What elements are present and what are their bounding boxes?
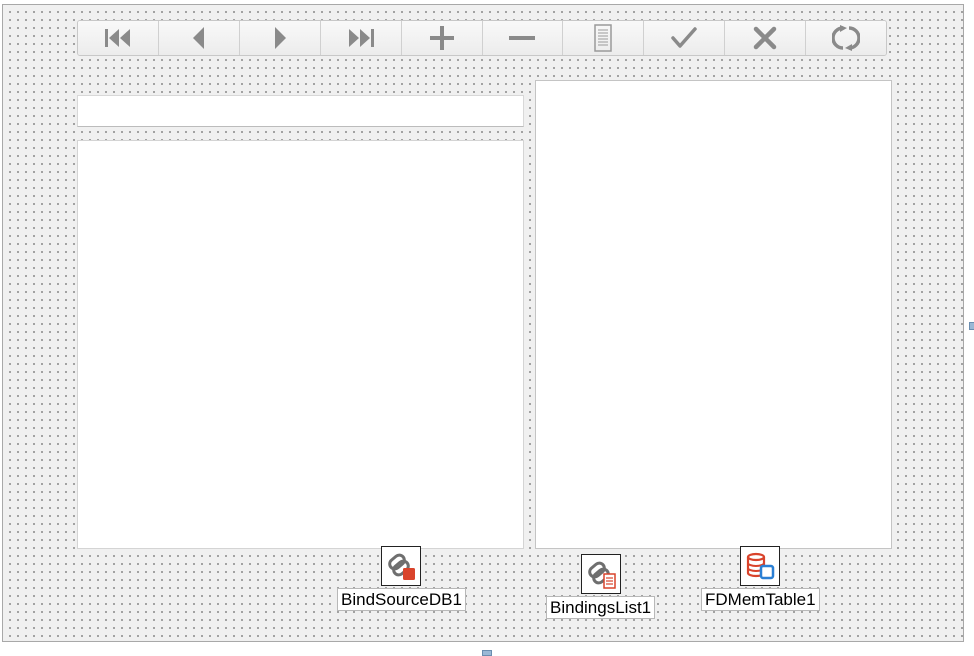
form-designer-surface[interactable]: BindSourceDB1 BindingsList1 FDMemTable1 [2, 4, 964, 642]
triangle-right-icon [274, 27, 286, 49]
bind-navigator[interactable] [77, 20, 887, 56]
nav-insert-button[interactable] [401, 21, 483, 55]
x-icon [753, 26, 777, 50]
checkmark-icon [671, 27, 698, 48]
nav-refresh-button[interactable] [806, 21, 886, 55]
memo-area[interactable] [77, 140, 524, 549]
nav-prior-button[interactable] [158, 21, 240, 55]
nav-post-button[interactable] [644, 21, 726, 55]
skip-first-icon [104, 29, 130, 47]
nav-last-button[interactable] [320, 21, 402, 55]
bind-source-label: BindSourceDB1 [337, 588, 466, 611]
refresh-icon [832, 25, 861, 51]
resize-handle-bottom[interactable] [482, 650, 492, 656]
nav-cancel-button[interactable] [725, 21, 807, 55]
nav-edit-button[interactable] [563, 21, 645, 55]
chain-link-list-icon [580, 554, 621, 594]
chain-link-db-icon [381, 546, 422, 586]
nav-next-button[interactable] [239, 21, 321, 55]
triangle-left-icon [192, 27, 204, 49]
database-table-icon [740, 546, 781, 586]
mem-table-component[interactable]: FDMemTable1 [701, 546, 820, 611]
skip-last-icon [348, 29, 374, 47]
resize-handle-right[interactable] [969, 322, 974, 330]
edit-field[interactable] [77, 95, 524, 127]
plus-icon [429, 26, 454, 50]
nav-first-button[interactable] [78, 21, 159, 55]
bind-source-component[interactable]: BindSourceDB1 [337, 546, 466, 611]
list-box[interactable] [535, 80, 892, 549]
document-icon [594, 24, 613, 52]
mem-table-label: FDMemTable1 [701, 588, 820, 611]
bindings-list-component[interactable]: BindingsList1 [546, 554, 656, 619]
nav-delete-button[interactable] [482, 21, 564, 55]
minus-icon [509, 36, 536, 40]
bindings-list-label: BindingsList1 [546, 596, 656, 619]
